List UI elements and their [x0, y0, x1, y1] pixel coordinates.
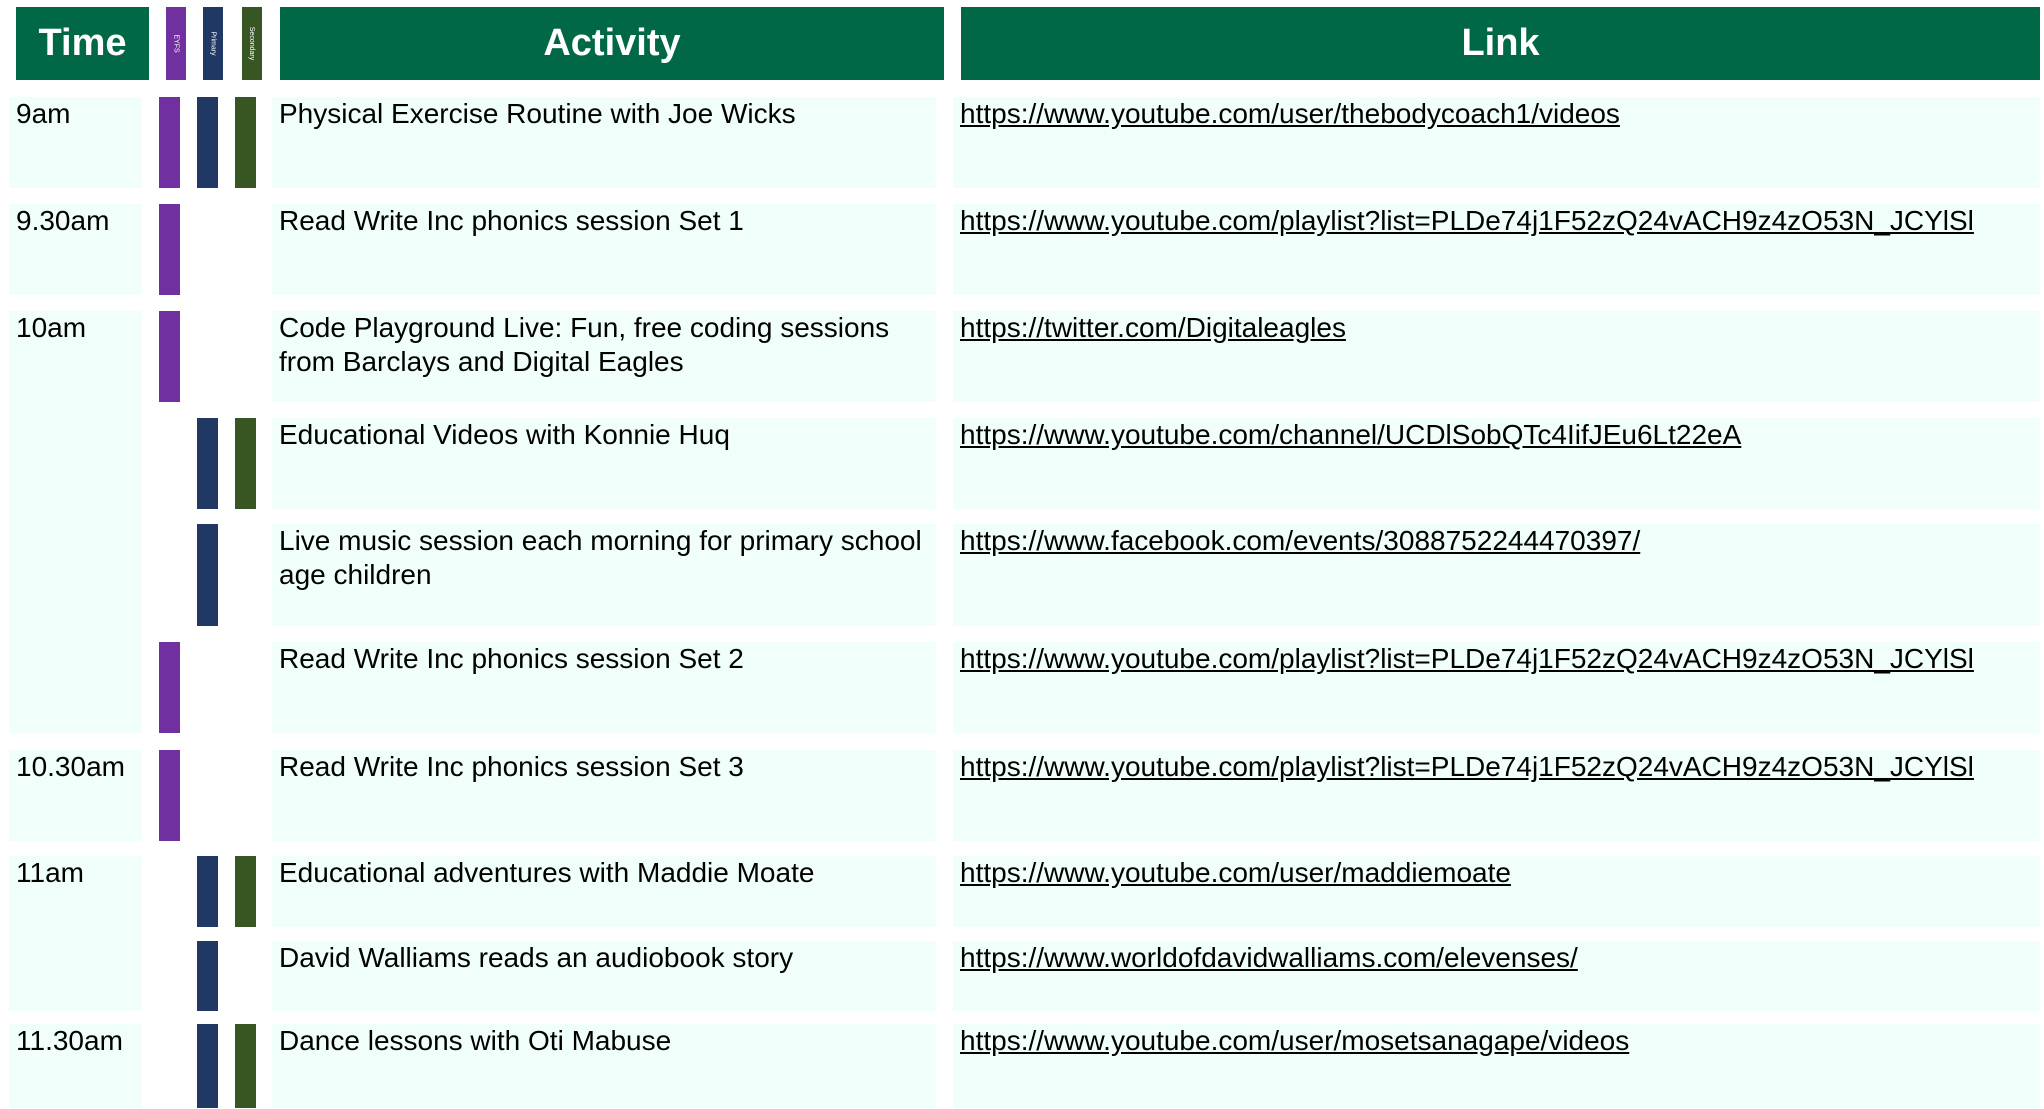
- secondary-stage-indicator: [235, 97, 256, 188]
- time-cell: 11am: [9, 856, 142, 1011]
- primary-stage-indicator: [197, 97, 218, 188]
- link-cell: https://www.youtube.com/playlist?list=PL…: [953, 642, 2040, 733]
- activity-text: Dance lessons with Oti Mabuse: [279, 1025, 672, 1056]
- activity-link[interactable]: https://www.youtube.com/user/mosetsanaga…: [960, 1025, 1629, 1056]
- link-cell: https://twitter.com/Digitaleagles: [953, 311, 2040, 402]
- activity-cell: Educational adventures with Maddie Moate: [272, 856, 936, 927]
- activity-cell: Live music session each morning for prim…: [272, 524, 936, 626]
- activity-cell: Read Write Inc phonics session Set 2: [272, 642, 936, 733]
- header-link: Link: [961, 7, 2040, 80]
- activity-cell: Educational Videos with Konnie Huq: [272, 418, 936, 509]
- time-label: 10am: [16, 312, 87, 343]
- eyfs-stage-indicator: [159, 97, 180, 188]
- activity-text: Read Write Inc phonics session Set 1: [279, 205, 744, 236]
- link-cell: https://www.youtube.com/user/maddiemoate: [953, 856, 2040, 927]
- time-label: 10.30am: [16, 751, 125, 782]
- header-activity: Activity: [280, 7, 944, 80]
- activity-text: Physical Exercise Routine with Joe Wicks: [279, 98, 796, 129]
- activity-link[interactable]: https://www.youtube.com/playlist?list=PL…: [960, 643, 1974, 674]
- activity-cell: Code Playground Live: Fun, free coding s…: [272, 311, 936, 402]
- time-cell: 11.30am: [9, 1024, 142, 1108]
- time-label: 11.30am: [16, 1025, 123, 1056]
- activity-link[interactable]: https://www.youtube.com/channel/UCDlSobQ…: [960, 419, 1741, 450]
- header-eyfs-label: EYFS: [166, 7, 186, 80]
- time-cell: 9.30am: [9, 204, 142, 295]
- activity-link[interactable]: https://www.worldofdavidwalliams.com/ele…: [960, 942, 1578, 973]
- primary-stage-indicator: [197, 856, 218, 927]
- activity-link[interactable]: https://www.youtube.com/user/maddiemoate: [960, 857, 1511, 888]
- primary-stage-indicator: [197, 941, 218, 1011]
- secondary-stage-indicator: [235, 1024, 256, 1108]
- activity-link[interactable]: https://www.youtube.com/playlist?list=PL…: [960, 751, 1974, 782]
- eyfs-stage-indicator: [159, 750, 180, 841]
- header-primary-label: Primary: [203, 7, 223, 80]
- secondary-stage-indicator: [235, 856, 256, 927]
- activity-link[interactable]: https://www.facebook.com/events/30887522…: [960, 525, 1640, 556]
- primary-stage-indicator: [197, 418, 218, 509]
- time-cell: 10am: [9, 311, 142, 733]
- link-cell: https://www.facebook.com/events/30887522…: [953, 524, 2040, 626]
- link-cell: https://www.youtube.com/playlist?list=PL…: [953, 750, 2040, 841]
- activity-link[interactable]: https://twitter.com/Digitaleagles: [960, 312, 1346, 343]
- activity-text: Live music session each morning for prim…: [279, 525, 922, 590]
- header-time: Time: [16, 7, 149, 80]
- activity-text: Read Write Inc phonics session Set 2: [279, 643, 744, 674]
- activity-text: Educational Videos with Konnie Huq: [279, 419, 730, 450]
- time-cell: 10.30am: [9, 750, 142, 841]
- primary-stage-indicator: [197, 524, 218, 626]
- time-cell: 9am: [9, 97, 142, 188]
- time-label: 9.30am: [16, 205, 110, 236]
- eyfs-stage-indicator: [159, 642, 180, 733]
- link-cell: https://www.worldofdavidwalliams.com/ele…: [953, 941, 2040, 1011]
- activity-link[interactable]: https://www.youtube.com/playlist?list=PL…: [960, 205, 1974, 236]
- time-label: 11am: [16, 857, 84, 888]
- activity-cell: Physical Exercise Routine with Joe Wicks: [272, 97, 936, 188]
- link-cell: https://www.youtube.com/channel/UCDlSobQ…: [953, 418, 2040, 509]
- secondary-stage-indicator: [235, 418, 256, 509]
- header-secondary-label: Secondary: [242, 7, 262, 80]
- activity-text: Read Write Inc phonics session Set 3: [279, 751, 744, 782]
- activity-cell: Read Write Inc phonics session Set 3: [272, 750, 936, 841]
- activity-cell: Read Write Inc phonics session Set 1: [272, 204, 936, 295]
- activity-cell: David Walliams reads an audiobook story: [272, 941, 936, 1011]
- activity-text: David Walliams reads an audiobook story: [279, 942, 794, 973]
- eyfs-stage-indicator: [159, 204, 180, 295]
- activity-link[interactable]: https://www.youtube.com/user/thebodycoac…: [960, 98, 1620, 129]
- primary-stage-indicator: [197, 1024, 218, 1108]
- activity-cell: Dance lessons with Oti Mabuse: [272, 1024, 936, 1108]
- link-cell: https://www.youtube.com/user/mosetsanaga…: [953, 1024, 2040, 1108]
- link-cell: https://www.youtube.com/user/thebodycoac…: [953, 97, 2040, 188]
- activity-text: Code Playground Live: Fun, free coding s…: [279, 312, 890, 377]
- eyfs-stage-indicator: [159, 311, 180, 402]
- link-cell: https://www.youtube.com/playlist?list=PL…: [953, 204, 2040, 295]
- activity-text: Educational adventures with Maddie Moate: [279, 857, 815, 888]
- time-label: 9am: [16, 98, 71, 129]
